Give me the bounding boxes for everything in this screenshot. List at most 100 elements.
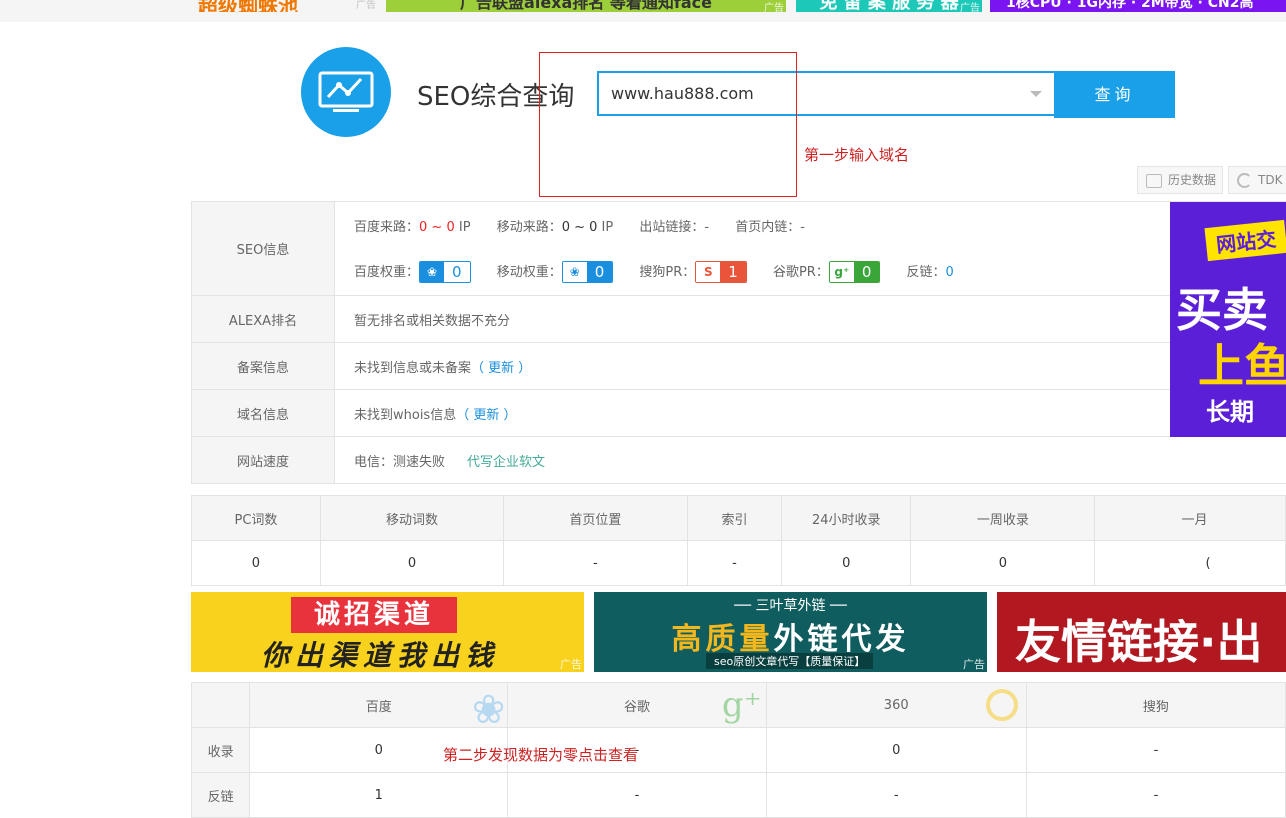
seo-info-table: SEO信息 百度来路：0 ~ 0 IP 移动来路：0 ~ 0 IP 出站链接：-… <box>191 201 1286 484</box>
icp-value: 未找到信息或未备案 <box>354 361 471 376</box>
step2-note: 第二步发现数据为零点击查看 <box>443 744 638 765</box>
ad-tag: 广告 <box>963 656 985 672</box>
banner-backlinks-brand: ── 三叶草外链 ── <box>594 595 987 615</box>
engine-header-baidu: 百度❀ <box>250 683 508 728</box>
stats-table: PC词数 移动词数 首页位置 索引 24小时收录 一周收录 一月 0 0 - -… <box>191 495 1286 586</box>
paw-icon: ❀ <box>563 262 587 282</box>
ad-tag: 广告 <box>356 0 376 12</box>
homepage-links: 首页内链：- <box>735 220 805 235</box>
sogou-pr: 搜狗PR：S1 <box>639 265 746 280</box>
stats-header: 移动词数 <box>320 496 503 541</box>
backlinks: 反链：0 <box>907 265 954 280</box>
tdk-button[interactable]: TDK <box>1228 166 1286 194</box>
stats-header: 一周收录 <box>911 496 1095 541</box>
softwen-link[interactable]: 代写企业软文 <box>467 455 545 470</box>
whois-label: 域名信息 <box>192 390 335 437</box>
baidu-weight-badge[interactable]: ❀0 <box>419 261 471 283</box>
icp-update-link[interactable]: （ 更新 ） <box>471 361 531 376</box>
seo-info-row1: 百度来路：0 ~ 0 IP 移动来路：0 ~ 0 IP 出站链接：- 首页内链：… <box>335 202 1286 249</box>
backlinks-link[interactable]: 0 <box>946 265 954 280</box>
right-ad-line4: 长期 <box>1206 392 1254 427</box>
ad-banner-friendlinks[interactable]: 友情链接·出 <box>997 592 1286 672</box>
engine-value[interactable]: 0 <box>766 728 1026 773</box>
ad-tag: 广告 <box>764 6 784 12</box>
mobile-weight-badge[interactable]: ❀0 <box>562 261 614 283</box>
history-label: 历史数据 <box>1168 173 1216 187</box>
seo-logo-icon <box>301 47 391 137</box>
top-ad-1-text: 超级蜘蛛池 <box>198 0 298 12</box>
whois-row: 未找到whois信息（ 更新 ） <box>335 390 1286 437</box>
refresh-icon <box>1237 173 1252 188</box>
stats-header: PC词数 <box>192 496 321 541</box>
ad-tag: 广告 <box>560 656 582 672</box>
top-ad-3-text: 免 留 案 服 务 器 <box>819 0 958 12</box>
speed-label: 网站速度 <box>192 437 335 484</box>
right-ad-line3: 上鱼 <box>1198 330 1286 396</box>
baidu-paw-icon: ❀ <box>472 687 506 728</box>
stats-header: 24小时收录 <box>782 496 911 541</box>
annotation-box <box>539 52 797 197</box>
stats-value: - <box>687 541 782 586</box>
stats-value: 0 <box>782 541 911 586</box>
engine-row-label: 收录 <box>192 728 250 773</box>
engine-header-sogou: 搜狗 <box>1026 683 1285 728</box>
speed-row: 电信：测速失败代写企业软文 <box>335 437 1286 484</box>
banner-backlinks-main: 高质量外链代发 <box>594 614 987 658</box>
layers-icon <box>1146 174 1162 188</box>
stats-header: 一月 <box>1095 496 1286 541</box>
icp-label: 备案信息 <box>192 343 335 390</box>
query-button[interactable]: 查询 <box>1054 71 1175 118</box>
banner-friendlinks-text: 友情链接·出 <box>1015 606 1262 672</box>
mobile-weight: 移动权重：❀0 <box>497 265 614 280</box>
top-ad-1[interactable]: 超级蜘蛛池 广告 <box>198 0 378 12</box>
seo-info-label: SEO信息 <box>192 202 335 296</box>
engine-value[interactable]: - <box>508 773 766 818</box>
top-ad-3[interactable]: 免 留 案 服 务 器 广告 <box>796 0 982 12</box>
tdk-label: TDK <box>1258 173 1282 187</box>
engine-value[interactable]: 1 <box>250 773 508 818</box>
sogou-pr-badge[interactable]: S1 <box>695 261 747 283</box>
stats-value: ( <box>1095 541 1286 586</box>
stats-header: 首页位置 <box>504 496 687 541</box>
engine-table: 百度❀ 谷歌g⁺ 360 搜狗 收录 0 - 0 - 反链 1 - - - <box>191 682 1286 818</box>
right-ad-banner[interactable]: 网站交 买卖 上鱼 长期 <box>1170 202 1286 437</box>
engine-header-360: 360 <box>766 683 1026 728</box>
icp-row: 未找到信息或未备案（ 更新 ） <box>335 343 1286 390</box>
top-ad-4-text: 1核CPU · 1G内存 · 2M带宽 · CN2高 <box>1006 0 1253 11</box>
stats-value: 0 <box>320 541 503 586</box>
google-pr-badge[interactable]: g⁺0 <box>829 261 881 283</box>
history-data-button[interactable]: 历史数据 <box>1137 166 1223 194</box>
right-ad-line1: 网站交 <box>1204 220 1286 261</box>
stats-value: 0 <box>911 541 1095 586</box>
outlinks: 出站链接：- <box>639 220 709 235</box>
banner-channel-title: 诚招渠道 <box>291 597 457 633</box>
paw-icon: ❀ <box>420 262 444 282</box>
ad-banner-backlinks[interactable]: ── 三叶草外链 ── 高质量外链代发 seo原创文章代写【质量保证】 广告 <box>594 592 987 672</box>
ad-tag: 广告 <box>960 6 980 12</box>
seo-info-row2: 百度权重：❀0 移动权重：❀0 搜狗PR：S1 谷歌PR：g⁺0 反链：0 <box>335 249 1286 296</box>
top-ad-2-text: 广告联盟alexa排名 等着通知face <box>460 0 712 12</box>
top-ad-4[interactable]: 1核CPU · 1G内存 · 2M带宽 · CN2高 <box>990 0 1286 12</box>
google-plus-icon: g⁺ <box>830 262 854 282</box>
engine-header-google: 谷歌g⁺ <box>508 683 766 728</box>
whois-update-link[interactable]: （ 更新 ） <box>456 408 516 423</box>
step1-note: 第一步输入域名 <box>804 144 909 165</box>
baidu-source: 百度来路：0 ~ 0 IP <box>354 220 471 235</box>
banner-backlinks-sub: seo原创文章代写【质量保证】 <box>706 653 873 669</box>
engine-value[interactable]: - <box>1026 728 1285 773</box>
alexa-value: 暂无排名或相关数据不充分 <box>335 296 1286 343</box>
top-ad-strip: 超级蜘蛛池 广告 广告联盟alexa排名 等着通知face 广告 免 留 案 服… <box>0 0 1286 22</box>
chevron-down-icon[interactable] <box>1030 91 1042 97</box>
engine-value[interactable]: - <box>766 773 1026 818</box>
engine-value[interactable]: - <box>1026 773 1285 818</box>
banner-channel-slogan: 你出渠道我出钱 <box>261 634 499 672</box>
whois-value: 未找到whois信息 <box>354 408 456 423</box>
top-ad-2[interactable]: 广告联盟alexa排名 等着通知face 广告 <box>386 0 786 12</box>
alexa-label: ALEXA排名 <box>192 296 335 343</box>
stats-header: 索引 <box>687 496 782 541</box>
ad-banner-channel[interactable]: 诚招渠道 你出渠道我出钱 广告 <box>191 592 584 672</box>
stats-value: 0 <box>192 541 321 586</box>
mobile-source: 移动来路：0 ~ 0 IP <box>497 220 614 235</box>
engine-corner <box>192 683 250 728</box>
google-pr: 谷歌PR：g⁺0 <box>773 265 880 280</box>
